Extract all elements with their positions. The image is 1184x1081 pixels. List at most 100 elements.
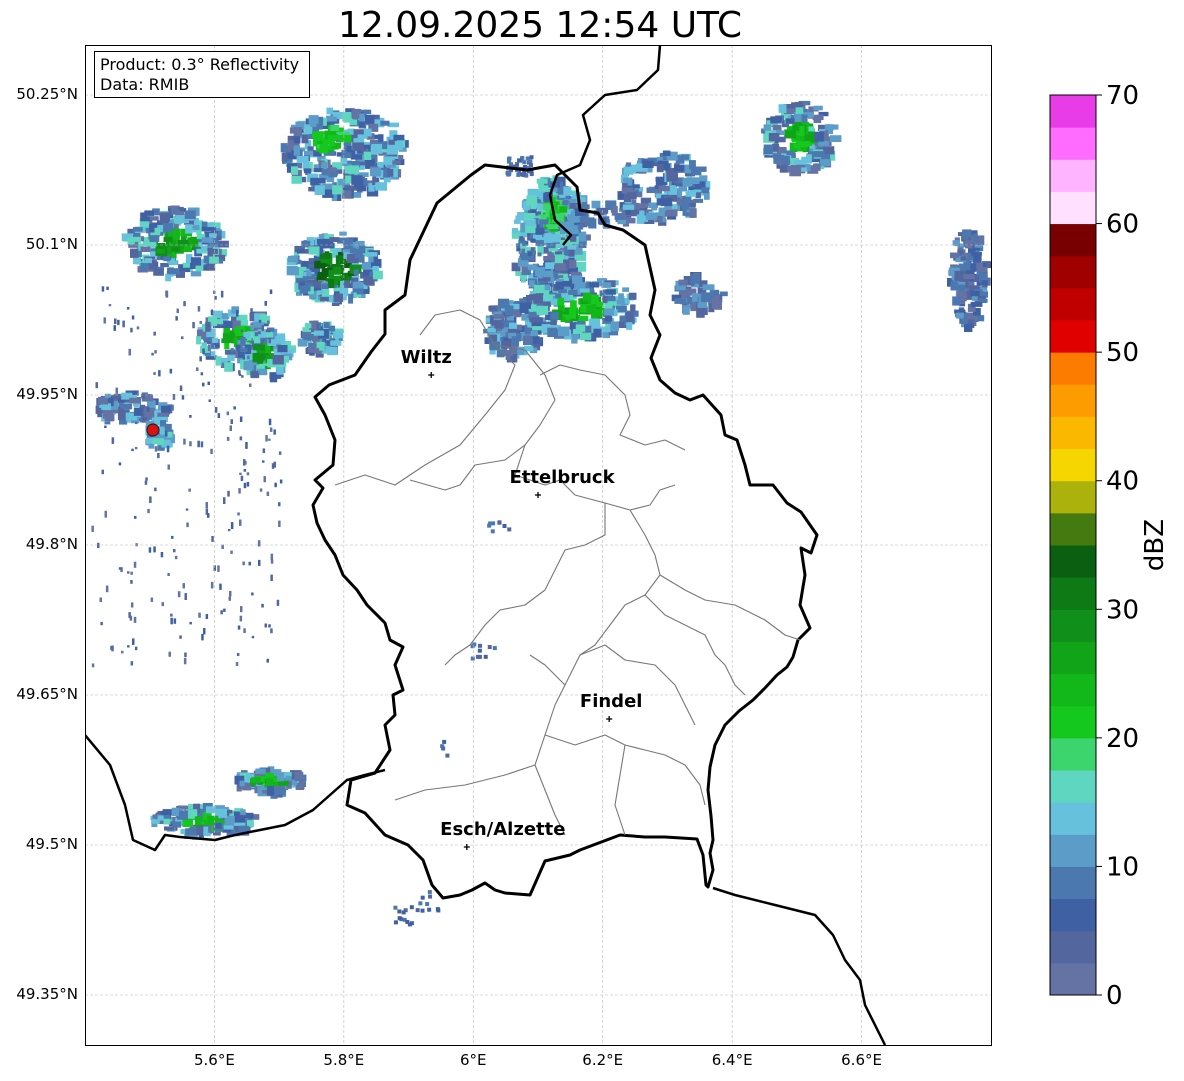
echo-cell bbox=[633, 184, 640, 189]
echo-cell bbox=[490, 529, 495, 534]
echo-cell bbox=[328, 270, 334, 279]
echo-cell bbox=[704, 192, 710, 200]
echo-cell bbox=[646, 187, 656, 193]
echo-cell bbox=[215, 356, 222, 366]
echo-cell bbox=[578, 231, 587, 242]
echo-cell bbox=[209, 256, 219, 264]
echo-cell bbox=[579, 288, 590, 293]
echo-cell bbox=[190, 271, 202, 277]
echo-cell bbox=[341, 190, 352, 199]
echo-clutter bbox=[274, 482, 277, 488]
echo-clutter bbox=[97, 542, 100, 548]
echo-cell bbox=[272, 355, 284, 365]
echo-cell bbox=[211, 337, 219, 343]
echo-cell bbox=[600, 326, 611, 333]
echo-cell bbox=[587, 217, 595, 227]
echo-clutter bbox=[278, 502, 281, 507]
echo-cell bbox=[276, 366, 284, 375]
colorbar-swatch bbox=[1050, 159, 1096, 192]
echo-cell bbox=[678, 279, 688, 286]
echo-cell bbox=[829, 135, 842, 142]
echo-cell bbox=[223, 320, 233, 328]
echo-cell bbox=[961, 317, 968, 325]
echo-cell bbox=[639, 210, 645, 215]
echo-cell bbox=[537, 252, 542, 257]
echo-cell bbox=[534, 266, 545, 277]
echo-cell bbox=[952, 296, 961, 306]
echo-cell bbox=[793, 144, 802, 149]
echo-clutter bbox=[173, 618, 177, 624]
echo-cell bbox=[569, 259, 577, 269]
echo-cell bbox=[511, 336, 520, 346]
colorbar: 0 10 20 30 40 50 60 70 dBZ bbox=[1049, 81, 1170, 1011]
echo-cell bbox=[224, 342, 230, 350]
echo-clutter bbox=[144, 480, 148, 485]
echo-cell bbox=[963, 274, 975, 280]
echo-clutter bbox=[235, 351, 238, 359]
echo-cell bbox=[689, 208, 697, 218]
echo-cell bbox=[547, 224, 559, 230]
echo-cell bbox=[149, 216, 159, 221]
echo-cell bbox=[591, 294, 599, 305]
echo-cell bbox=[690, 177, 700, 184]
echo-cell bbox=[418, 901, 423, 906]
echo-cell bbox=[511, 228, 519, 234]
echo-cell bbox=[168, 260, 178, 265]
echo-cell bbox=[622, 287, 630, 292]
echo-clutter bbox=[250, 308, 253, 312]
echo-cell bbox=[157, 412, 169, 418]
echo-clutter bbox=[118, 567, 122, 570]
echo-clutter bbox=[205, 614, 209, 619]
echo-clutter bbox=[130, 327, 133, 333]
echo-clutter bbox=[250, 322, 253, 326]
echo-clutter bbox=[268, 337, 271, 344]
echo-cell bbox=[827, 127, 834, 134]
echo-cell bbox=[269, 372, 278, 383]
echo-cell bbox=[221, 338, 232, 344]
echo-clutter bbox=[189, 441, 192, 447]
echo-cell bbox=[582, 292, 592, 302]
echo-cell bbox=[152, 438, 164, 445]
echo-cell bbox=[415, 908, 420, 913]
echo-cell bbox=[950, 252, 960, 259]
echo-clutter bbox=[121, 650, 124, 654]
echo-cell bbox=[507, 156, 512, 161]
echo-clutter bbox=[202, 348, 205, 355]
echo-cell bbox=[97, 411, 103, 418]
echo-clutter bbox=[273, 429, 276, 435]
echo-clutter bbox=[181, 336, 184, 340]
echo-cell bbox=[201, 237, 214, 243]
echo-clutter bbox=[165, 290, 168, 297]
echo-cell bbox=[304, 323, 312, 329]
colorbar-swatch bbox=[1050, 127, 1096, 160]
echo-cell bbox=[172, 228, 180, 238]
echo-cell bbox=[813, 151, 825, 158]
echo-cell bbox=[820, 159, 831, 167]
echo-cell bbox=[191, 257, 202, 266]
echo-cell bbox=[326, 107, 334, 115]
colorbar-swatch bbox=[1050, 834, 1096, 867]
echo-cell bbox=[343, 239, 353, 250]
echo-clutter bbox=[262, 448, 266, 454]
echo-cell bbox=[656, 164, 664, 173]
echo-cell bbox=[475, 654, 480, 659]
echo-clutter bbox=[271, 463, 275, 469]
echo-cell bbox=[127, 237, 135, 245]
echo-cell bbox=[509, 162, 514, 167]
echo-cell bbox=[310, 121, 317, 127]
echo-clutter bbox=[128, 612, 131, 618]
echo-cell bbox=[543, 290, 550, 299]
echo-cell bbox=[274, 336, 286, 344]
echo-clutter bbox=[181, 395, 185, 400]
echo-clutter bbox=[113, 325, 116, 331]
echo-cell bbox=[250, 777, 261, 783]
echo-cell bbox=[519, 302, 531, 309]
echo-cell bbox=[763, 124, 771, 131]
echo-clutter bbox=[207, 513, 210, 518]
echo-cell bbox=[328, 325, 336, 332]
echo-clutter bbox=[203, 628, 206, 635]
echo-cell bbox=[577, 224, 584, 230]
echo-clutter bbox=[161, 602, 164, 607]
echo-cell bbox=[194, 816, 202, 825]
echo-clutter bbox=[270, 628, 273, 634]
